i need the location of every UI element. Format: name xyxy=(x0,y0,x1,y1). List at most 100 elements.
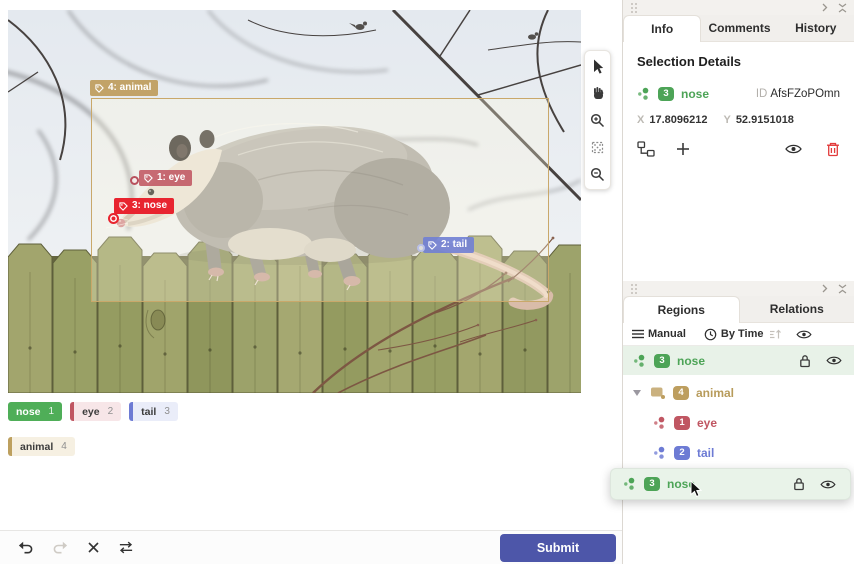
eye-icon[interactable] xyxy=(785,143,802,155)
region-row-nose[interactable]: 3 nose xyxy=(623,346,854,375)
toggle-all-visibility-icon[interactable] xyxy=(796,329,812,340)
tab-history[interactable]: History xyxy=(778,15,854,41)
eye-icon[interactable] xyxy=(826,355,842,366)
clock-icon xyxy=(704,328,717,341)
fit-screen-button[interactable] xyxy=(587,137,608,157)
label-text: eye xyxy=(82,406,100,418)
region-label: tail xyxy=(697,446,714,460)
label-button-nose[interactable]: nose 1 xyxy=(8,402,62,421)
zoom-in-icon xyxy=(590,113,605,128)
region-tag-label: 1: eye xyxy=(157,170,185,186)
x-value: 17.8096212 xyxy=(649,114,707,126)
eye-icon[interactable] xyxy=(820,479,836,490)
y-value: 52.9151018 xyxy=(736,114,794,126)
tab-regions[interactable]: Regions xyxy=(623,296,740,323)
keypoint-tail[interactable] xyxy=(417,244,425,252)
keypoints-icon xyxy=(637,87,651,101)
info-tabbar: Info Comments History xyxy=(623,15,854,42)
regions-tabbar: Regions Relations xyxy=(623,296,854,323)
collapse-icon[interactable] xyxy=(838,3,847,13)
tag-icon xyxy=(119,202,128,211)
chevron-right-icon[interactable] xyxy=(822,3,828,12)
tag-icon xyxy=(95,84,104,93)
region-id: IDAfsFZoPOmn xyxy=(756,88,840,100)
bottom-control-bar: Submit xyxy=(0,530,622,564)
image-canvas[interactable]: 4: animal 1: eye 3: nose 2: tail xyxy=(8,10,581,393)
chevron-right-icon[interactable] xyxy=(822,284,828,293)
region-row-nose-dragging[interactable]: 3 nose xyxy=(610,468,851,500)
region-label: nose xyxy=(681,87,709,101)
tab-info[interactable]: Info xyxy=(623,15,701,42)
swap-view-button[interactable] xyxy=(118,540,134,556)
undo-icon xyxy=(18,540,34,555)
tab-relations[interactable]: Relations xyxy=(740,296,854,322)
redo-button[interactable] xyxy=(52,540,68,556)
sort-order-icon[interactable] xyxy=(769,329,782,340)
zoom-out-icon xyxy=(590,167,605,182)
mouse-cursor xyxy=(690,480,703,498)
keypoints-icon xyxy=(653,446,667,460)
label-palette: nose 1 eye 2 tail 3 animal 4 xyxy=(8,402,608,472)
regions-panel: Regions Relations Manual By Time xyxy=(623,281,854,467)
relation-icon[interactable] xyxy=(637,141,655,157)
tag-icon xyxy=(428,241,437,250)
group-manual-label: Manual xyxy=(648,328,686,340)
selection-details-body: Selection Details 3 nose IDAfsFZoPOmn X … xyxy=(623,42,854,157)
trash-icon[interactable] xyxy=(826,142,840,157)
region-index-badge: 3 xyxy=(654,354,670,368)
keypoint-nose[interactable] xyxy=(108,213,119,224)
sort-by-time-button[interactable]: By Time xyxy=(704,328,764,341)
label-text: tail xyxy=(141,406,156,418)
keypoint-eye[interactable] xyxy=(130,176,139,185)
tag-icon xyxy=(144,174,153,183)
info-panel: Info Comments History Selection Details … xyxy=(623,0,854,157)
drag-handle-icon[interactable] xyxy=(630,283,638,295)
submit-button[interactable]: Submit xyxy=(500,534,616,562)
keypoints-icon xyxy=(633,354,647,368)
keypoints-icon xyxy=(653,416,667,430)
clear-icon xyxy=(87,541,100,554)
hamburger-icon xyxy=(632,329,644,339)
drag-handle-icon[interactable] xyxy=(630,2,638,14)
region-index-badge: 3 xyxy=(644,477,660,491)
region-tag-nose[interactable]: 3: nose xyxy=(114,198,174,214)
region-tag-eye[interactable]: 1: eye xyxy=(139,170,192,186)
expand-caret-icon[interactable] xyxy=(633,390,641,396)
y-axis-label: Y xyxy=(723,114,730,126)
region-index-badge: 2 xyxy=(674,446,690,460)
region-tag-label: 2: tail xyxy=(441,237,467,253)
undo-button[interactable] xyxy=(18,540,34,556)
label-button-eye[interactable]: eye 2 xyxy=(70,402,121,421)
region-actions xyxy=(637,141,840,157)
annotation-workspace: 4: animal 1: eye 3: nose 2: tail xyxy=(0,0,622,564)
label-studio-app: 4: animal 1: eye 3: nose 2: tail xyxy=(0,0,854,564)
label-hotkey: 1 xyxy=(49,406,55,417)
region-row-tail[interactable]: 2 tail xyxy=(623,438,854,467)
region-index-badge: 3 xyxy=(658,87,674,101)
label-button-tail[interactable]: tail 3 xyxy=(129,402,178,421)
plus-icon[interactable] xyxy=(676,142,690,156)
cursor-tool-button[interactable] xyxy=(587,56,608,76)
x-axis-label: X xyxy=(637,114,644,126)
group-manual-button[interactable]: Manual xyxy=(632,328,686,340)
tab-comments[interactable]: Comments xyxy=(701,15,777,41)
clear-annotation-button[interactable] xyxy=(85,540,101,556)
label-button-animal[interactable]: animal 4 xyxy=(8,437,75,456)
pan-tool-button[interactable] xyxy=(587,83,608,103)
region-index-badge: 1 xyxy=(674,416,690,430)
region-row-animal[interactable]: 4 animal xyxy=(623,378,854,407)
region-id-value: AfsFZoPOmn xyxy=(770,88,840,100)
region-tag-tail[interactable]: 2: tail xyxy=(423,237,474,253)
zoom-in-button[interactable] xyxy=(587,110,608,130)
selection-details-title: Selection Details xyxy=(637,54,840,69)
region-tag-label: 4: animal xyxy=(108,80,151,96)
swap-icon xyxy=(118,540,134,555)
region-row-eye[interactable]: 1 eye xyxy=(623,408,854,437)
label-text: animal xyxy=(20,441,53,453)
collapse-icon[interactable] xyxy=(838,284,847,294)
canvas-toolbar xyxy=(584,50,611,190)
region-tag-animal[interactable]: 4: animal xyxy=(90,80,158,96)
zoom-out-button[interactable] xyxy=(587,164,608,184)
lock-icon[interactable] xyxy=(799,354,811,368)
lock-icon[interactable] xyxy=(793,477,805,491)
